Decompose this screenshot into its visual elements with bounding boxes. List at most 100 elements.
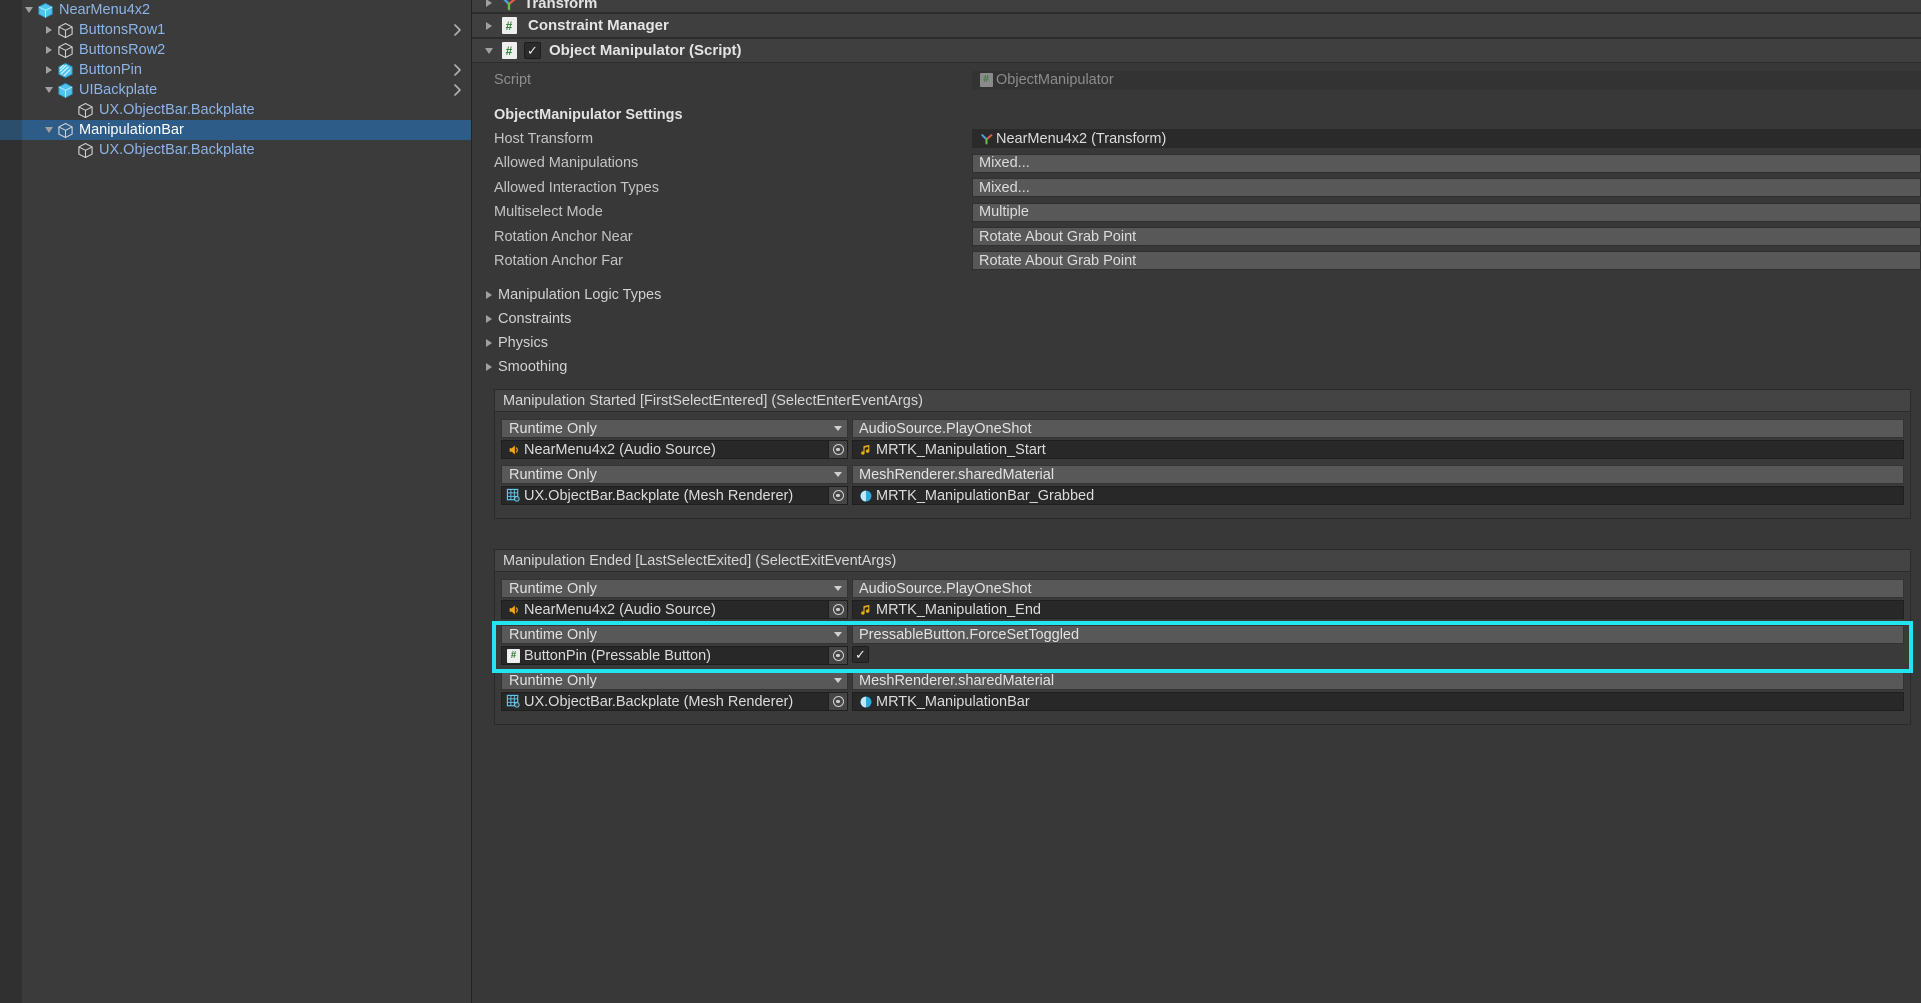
method-dropdown[interactable]: MeshRenderer.sharedMaterial [852,671,1904,691]
dropdown-field[interactable]: Multiple [972,202,1921,222]
method-dropdown[interactable]: PressableButton.ForceSetToggled [852,625,1904,645]
argument-object-field[interactable]: MRTK_ManipulationBar_Grabbed [852,486,1904,506]
method-dropdown[interactable]: AudioSource.PlayOneShot [852,419,1904,439]
hierarchy-row-gutter [0,80,22,100]
component-title-transform: Transform [524,0,598,12]
hierarchy-item-manipulationbar[interactable]: ManipulationBar [0,120,471,140]
prefab-open-chevron-icon[interactable] [453,60,463,80]
audio-source-icon [506,443,521,457]
call-state-dropdown[interactable]: Runtime Only [501,465,848,485]
object-picker-icon[interactable] [828,601,847,619]
foldout-smoothing[interactable]: Smoothing [472,355,1921,379]
foldout-label: Physics [498,335,548,352]
chevron-down-icon[interactable] [22,0,36,20]
dropdown-field[interactable]: Rotate About Grab Point [972,251,1921,271]
method-dropdown[interactable]: MeshRenderer.sharedMaterial [852,465,1904,485]
hierarchy-item-ux-objectbar-backplate[interactable]: UX.ObjectBar.Backplate [0,100,471,120]
target-object-field[interactable]: NearMenu4x2 (Audio Source) [501,600,848,620]
chevron-right-icon[interactable] [480,0,498,7]
chevron-right-icon[interactable] [42,20,56,40]
prefab-open-chevron-icon[interactable] [453,80,463,100]
method-cell: AudioSource.PlayOneShot [852,419,1904,439]
component-title-object-manipulator: Object Manipulator (Script) [549,42,742,59]
call-state-dropdown[interactable]: Runtime Only [501,579,848,599]
foldout-manipulation-logic-types[interactable]: Manipulation Logic Types [472,283,1921,307]
chevron-right-icon[interactable] [482,291,496,300]
property-label: Host Transform [494,130,594,147]
argument-bool-checkbox[interactable]: ✓ [852,646,869,664]
call-state-dropdown[interactable]: Runtime Only [501,671,848,691]
unity-event-entry[interactable]: Runtime Only MeshRenderer.sharedMaterial U… [495,464,1910,510]
unity-event-entry[interactable]: Runtime Only PressableButton.ForceSetTogg… [492,621,1913,674]
unity-event-entry[interactable]: Runtime Only AudioSource.PlayOneShot NearM… [495,578,1910,624]
argument-object-field[interactable]: MRTK_ManipulationBar [852,692,1904,712]
target-object-field[interactable]: UX.ObjectBar.Backplate (Mesh Renderer) [501,486,848,506]
argument-value: MRTK_ManipulationBar [876,693,1030,710]
component-title-constraint-manager: Constraint Manager [528,17,669,34]
object-reference-field[interactable]: NearMenu4x2 (Transform) [972,129,1921,149]
argument-object-field[interactable]: MRTK_Manipulation_End [852,600,1904,620]
mesh-renderer-icon [506,694,521,709]
chevron-right-icon[interactable] [482,363,496,372]
chevron-down-icon[interactable] [42,120,56,140]
unity-event-block: Manipulation Started [FirstSelectEntered… [494,389,1911,520]
unity-event-entry[interactable]: Runtime Only AudioSource.PlayOneShot NearM… [495,418,1910,464]
property-label: Allowed Manipulations [494,155,639,172]
unity-event-block: Manipulation Ended [LastSelectExited] (S… [492,549,1913,726]
component-header-transform[interactable]: Transform [472,0,1921,13]
chevron-right-icon[interactable] [482,339,496,348]
method-cell: PressableButton.ForceSetToggled [852,625,1904,645]
event-entry-top-line: Runtime Only PressableButton.ForceSetTogg… [501,625,1904,645]
component-enabled-checkbox[interactable]: ✓ [524,42,541,59]
hierarchy-item-buttonpin[interactable]: ButtonPin [0,60,471,80]
component-header-constraint-manager[interactable]: # Constraint Manager [472,13,1921,38]
object-picker-icon[interactable] [828,487,847,505]
dropdown-field[interactable]: Mixed... [972,178,1921,198]
object-picker-icon[interactable] [828,693,847,711]
hierarchy-tree[interactable]: NearMenu4x2 ButtonsRow1 ButtonsRow2 ButtonP… [0,0,471,160]
unity-event-entry[interactable]: Runtime Only MeshRenderer.sharedMaterial U… [495,670,1910,716]
gameobject-cube-icon [76,141,95,160]
property-label: Multiselect Mode [494,204,603,221]
gameobject-cube-icon [56,21,75,40]
hierarchy-item-nearmenu4x2[interactable]: NearMenu4x2 [0,0,471,20]
hierarchy-item-buttonsrow2[interactable]: ButtonsRow2 [0,40,471,60]
target-object-cell: NearMenu4x2 (Audio Source) [501,440,848,460]
target-object-field[interactable]: # ButtonPin (Pressable Button) [501,646,848,666]
chevron-right-icon[interactable] [42,40,56,60]
prefab-open-chevron-icon[interactable] [453,20,463,40]
dropdown-field[interactable]: Mixed... [972,153,1921,173]
chevron-down-icon[interactable] [42,80,56,100]
chevron-right-icon[interactable] [42,60,56,80]
object-picker-icon[interactable] [828,441,847,459]
target-object-field[interactable]: NearMenu4x2 (Audio Source) [501,440,848,460]
chevron-right-icon[interactable] [482,315,496,324]
property-row-multiselect-mode: Multiselect Mode Multiple [472,200,1921,224]
settings-header: ObjectManipulator Settings [494,106,683,123]
chevron-right-icon[interactable] [480,21,498,30]
chevron-down-icon[interactable] [480,47,498,54]
foldout-constraints[interactable]: Constraints [472,307,1921,331]
target-object-field[interactable]: UX.ObjectBar.Backplate (Mesh Renderer) [501,692,848,712]
call-state-dropdown[interactable]: Runtime Only [501,419,848,439]
argument-object-field[interactable]: MRTK_Manipulation_Start [852,440,1904,460]
dropdown-field[interactable]: Rotate About Grab Point [972,227,1921,247]
call-state-dropdown[interactable]: Runtime Only [501,625,848,645]
object-picker-icon[interactable] [828,647,847,665]
script-cs-icon: # [498,42,520,59]
material-icon [858,695,873,709]
argument-cell: MRTK_Manipulation_End [852,600,1904,620]
transform-axis-icon [498,0,520,12]
method-dropdown[interactable]: AudioSource.PlayOneShot [852,579,1904,599]
component-header-object-manipulator[interactable]: # ✓ Object Manipulator (Script) [472,38,1921,63]
hierarchy-item-uibackplate[interactable]: UIBackplate [0,80,471,100]
hierarchy-item-buttonsrow1[interactable]: ButtonsRow1 [0,20,471,40]
foldout-rows[interactable]: Manipulation Logic Types Constraints Physi… [472,283,1921,379]
argument-cell: MRTK_ManipulationBar_Grabbed [852,486,1904,506]
chevron-down-icon [834,632,842,638]
property-value: Rotate About Grab Point [979,228,1137,245]
call-state-value: Runtime Only [509,672,597,689]
foldout-physics[interactable]: Physics [472,331,1921,355]
property-row-allowed-interaction-types: Allowed Interaction Types Mixed... [472,176,1921,200]
hierarchy-item-ux-objectbar-backplate[interactable]: UX.ObjectBar.Backplate [0,140,471,160]
